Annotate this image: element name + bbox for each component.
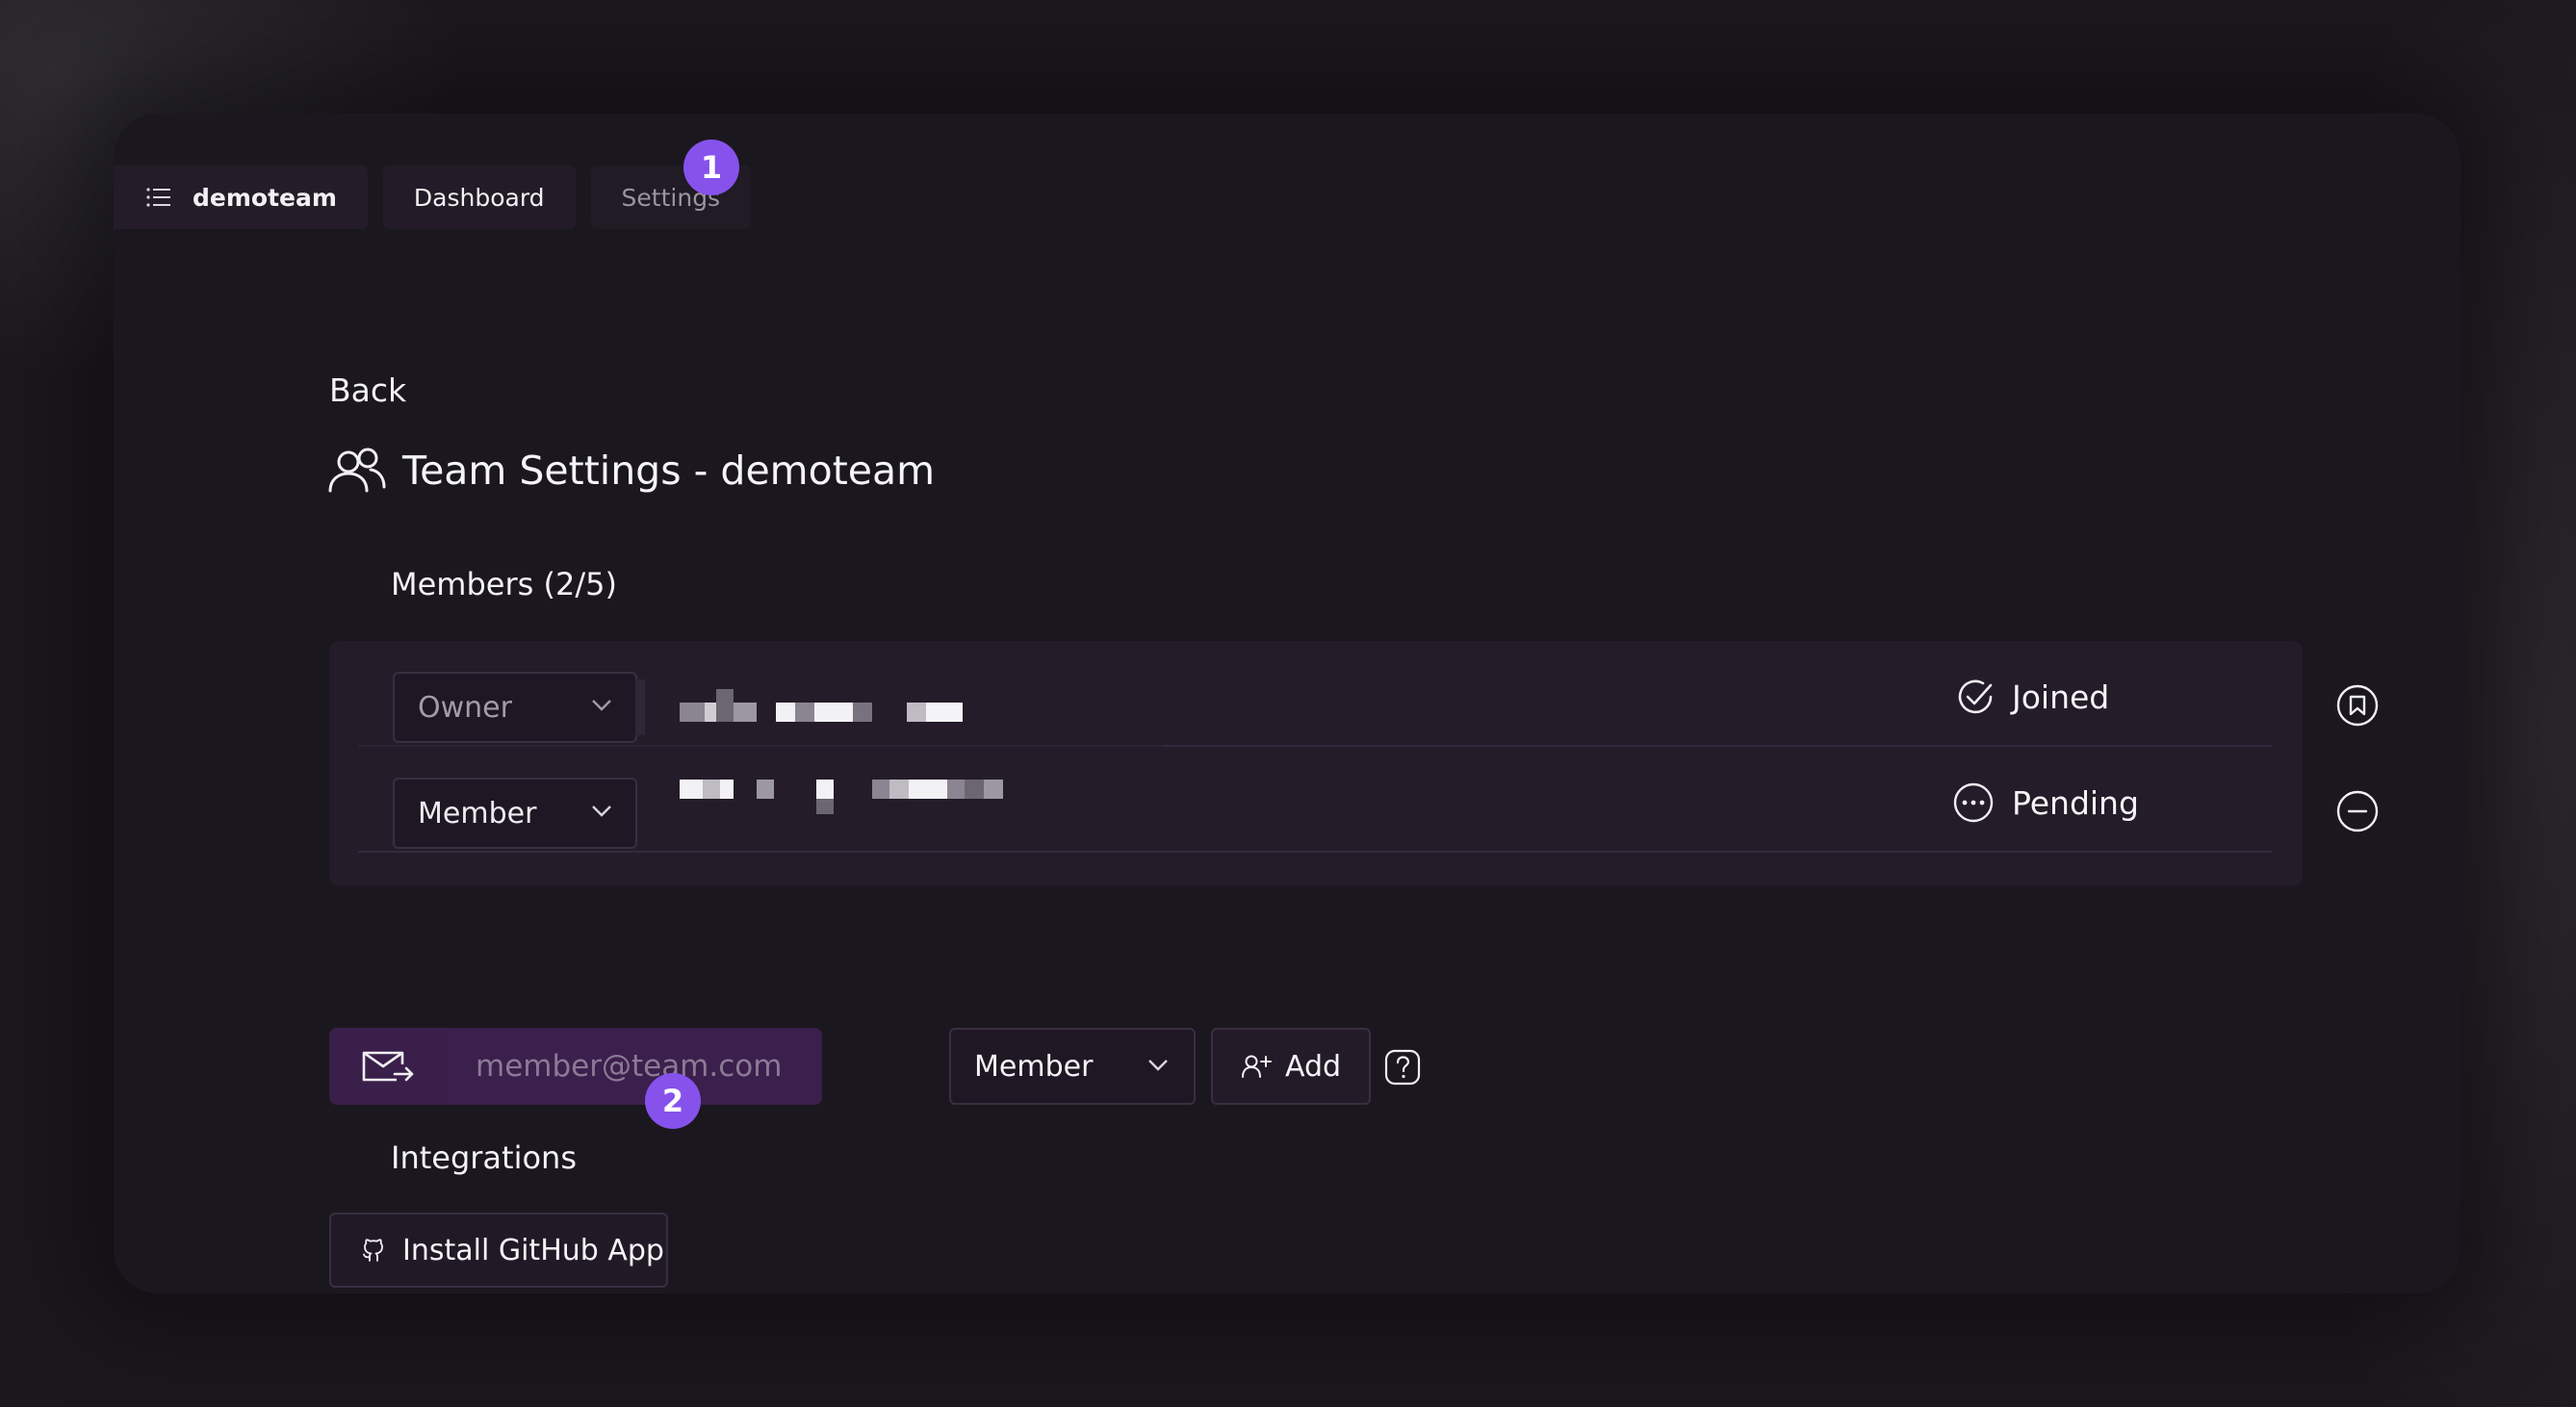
- add-user-icon: [1241, 1055, 1272, 1078]
- team-menu-button[interactable]: demoteam: [114, 166, 368, 229]
- member-role-select[interactable]: Owner: [393, 672, 637, 743]
- callout-badge-2: 2: [645, 1073, 701, 1129]
- member-status-label: Pending: [2012, 783, 2139, 822]
- member-role-value: Owner: [418, 690, 512, 725]
- chevron-down-icon: [1148, 1060, 1168, 1071]
- dots-circle-icon: [1953, 782, 1994, 823]
- row-accent-bar: [635, 679, 645, 735]
- question-icon[interactable]: [1384, 1049, 1421, 1086]
- tab-dashboard[interactable]: Dashboard: [382, 166, 576, 229]
- invite-role-select[interactable]: Member: [949, 1028, 1196, 1105]
- member-status: Pending: [1952, 781, 2139, 824]
- list-icon: [146, 188, 170, 207]
- add-member-button[interactable]: Add: [1211, 1028, 1371, 1105]
- check-circle-icon: [1958, 679, 1993, 714]
- mail-send-icon: [362, 1051, 414, 1082]
- remove-circle-icon[interactable]: [2335, 789, 2380, 833]
- github-icon: [363, 1239, 383, 1262]
- add-button-label: Add: [1284, 1049, 1342, 1084]
- page-title-text: Team Settings - demoteam: [402, 448, 936, 494]
- row-divider: [358, 851, 2272, 853]
- member-row: Owner Joined: [358, 641, 2379, 747]
- invite-role-value: Member: [974, 1049, 1094, 1084]
- chevron-down-icon: [592, 806, 611, 817]
- member-role-value: Member: [418, 796, 537, 831]
- invite-email-group: [329, 1028, 822, 1105]
- integrations-heading: Integrations: [391, 1139, 577, 1176]
- member-role-select[interactable]: Member: [393, 778, 637, 849]
- member-status-label: Joined: [2012, 678, 2110, 716]
- team-name: demoteam: [193, 183, 337, 212]
- chevron-down-icon: [592, 700, 611, 711]
- team-icon: [328, 448, 386, 493]
- members-heading: Members (2/5): [391, 566, 617, 602]
- invite-email-input[interactable]: [445, 1028, 822, 1105]
- top-nav: demoteam Dashboard Settings: [114, 166, 752, 229]
- back-link[interactable]: Back: [329, 371, 406, 409]
- members-list: Owner Joined Member Pending: [329, 641, 2379, 885]
- member-status: Joined: [1956, 678, 2109, 716]
- redacted-member-email: [680, 780, 1003, 828]
- install-github-label: Install GitHub App: [402, 1233, 664, 1267]
- callout-badge-1: 1: [683, 140, 739, 195]
- page-title: Team Settings - demoteam: [327, 447, 935, 495]
- member-row: Member Pending: [358, 747, 2379, 853]
- owner-badge-icon: [2336, 684, 2379, 727]
- install-github-app-button[interactable]: Install GitHub App: [329, 1213, 668, 1288]
- app-window: demoteam Dashboard Settings 1 Back Team …: [114, 114, 2460, 1293]
- invite-icon-box: [329, 1028, 445, 1105]
- redacted-member-email: [680, 689, 997, 737]
